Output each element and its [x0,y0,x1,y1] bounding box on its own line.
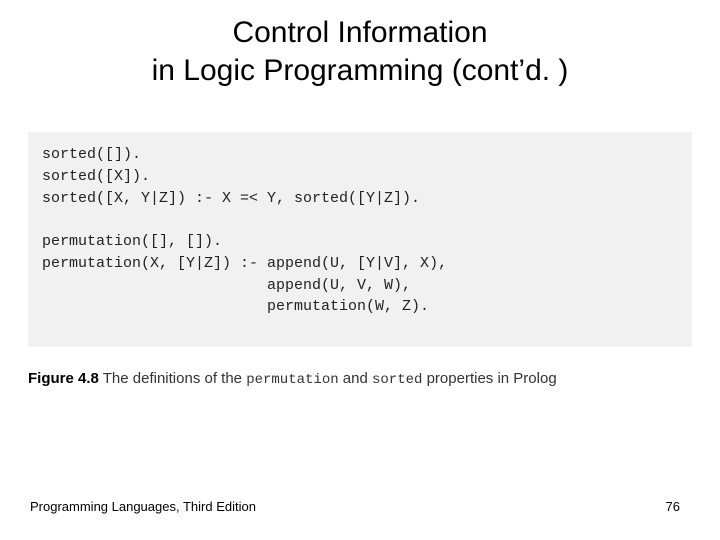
caption-text-after: properties in Prolog [422,370,556,387]
title-line-2: in Logic Programming (cont’d. ) [152,54,569,87]
page-number: 76 [666,499,680,514]
caption-code-1: permutation [246,372,338,388]
code-block: sorted([]). sorted([X]). sorted([X, Y|Z]… [28,132,692,347]
caption-text-mid: and [339,370,372,387]
figure-caption: Figure 4.8 The definitions of the permut… [28,370,692,388]
footer-book-title: Programming Languages, Third Edition [30,499,256,514]
title-line-1: Control Information [232,16,487,49]
caption-text-before: The definitions of the [103,370,246,387]
figure-label: Figure 4.8 [28,370,99,387]
slide-title: Control Information in Logic Programming… [0,0,720,89]
slide: Control Information in Logic Programming… [0,0,720,540]
caption-code-2: sorted [372,372,422,388]
